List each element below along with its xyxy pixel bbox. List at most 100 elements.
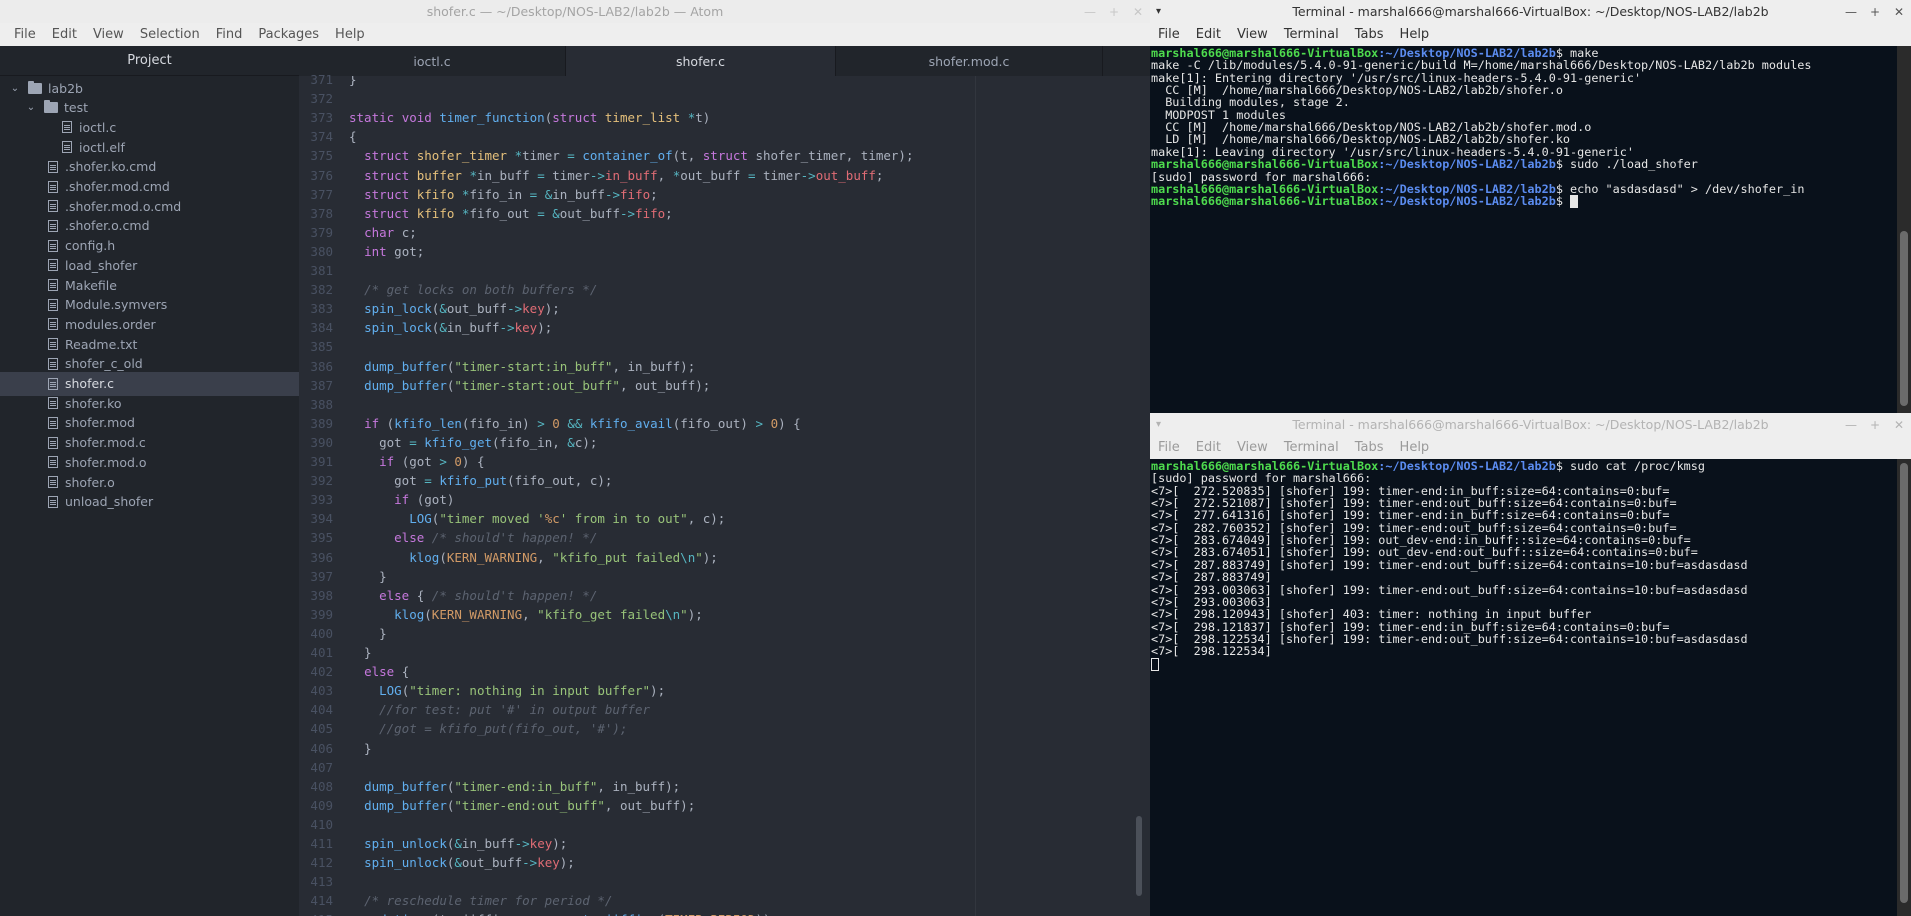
menu-item-edit[interactable]: Edit <box>44 27 85 42</box>
terminal-title: Terminal - marshal666@marshal666-Virtual… <box>1292 4 1769 19</box>
line-number: 406 <box>310 740 333 756</box>
window-menu-icon[interactable]: ▾ <box>1156 419 1161 430</box>
tree-item-label: .shofer.ko.cmd <box>65 159 157 175</box>
menu-item-help[interactable]: Help <box>1392 440 1438 455</box>
tree-item-unload-shofer[interactable]: unload_shofer <box>0 490 299 514</box>
project-tree: Project ⌄ lab2b ⌄ test ioctl.c ioctl.elf .shof… <box>0 46 299 916</box>
tree-item-label: lab2b <box>48 80 83 96</box>
command-text: $ <box>1555 194 1571 209</box>
tree-item-label: test <box>64 100 89 116</box>
line-number: 409 <box>310 797 333 813</box>
tab-shofer-c[interactable]: shofer.c <box>566 46 836 76</box>
prompt-user: marshal666@marshal666-VirtualBox <box>1151 194 1379 209</box>
menu-item-find[interactable]: Find <box>208 27 251 42</box>
menu-item-edit[interactable]: Edit <box>1188 27 1229 42</box>
menu-item-terminal[interactable]: Terminal <box>1276 27 1347 42</box>
maximize-icon[interactable]: + <box>1869 418 1881 432</box>
tab-shofer-mod-c[interactable]: shofer.mod.c <box>836 46 1103 76</box>
line-number: 374 <box>310 129 333 145</box>
code-line: got = kfifo_get(fifo_in, &c); <box>349 434 598 450</box>
tree-item-label: Readme.txt <box>65 336 138 352</box>
file-icon <box>48 279 58 291</box>
line-number: 404 <box>310 702 333 718</box>
terminal-line: <7>[ 298.122534] <box>1151 644 1272 659</box>
line-number: 390 <box>310 434 333 450</box>
line-number: 384 <box>310 320 333 336</box>
close-icon[interactable]: ✕ <box>1893 5 1905 19</box>
atom-titlebar[interactable]: shofer.c — ~/Desktop/NOS-LAB2/lab2b — At… <box>0 0 1150 23</box>
line-number: 392 <box>310 473 333 489</box>
code-line: spin_unlock(&out_buff->key); <box>364 855 575 871</box>
terminal-titlebar[interactable]: ▾ Terminal - marshal666@marshal666-Virtu… <box>1150 413 1911 436</box>
output-text: <7>[ 298.122534] <box>1151 644 1272 659</box>
menu-item-selection[interactable]: Selection <box>132 27 208 42</box>
terminal-title: Terminal - marshal666@marshal666-Virtual… <box>1292 417 1769 432</box>
tree-item-label: shofer.c <box>65 376 115 391</box>
menu-item-view[interactable]: View <box>85 27 132 42</box>
file-icon <box>48 436 58 449</box>
tree-item-label: shofer.mod.c <box>65 435 146 451</box>
line-number: 391 <box>310 454 333 469</box>
code-line: } <box>349 568 387 584</box>
tree-item-label: ioctl.elf <box>79 139 125 155</box>
menu-item-help[interactable]: Help <box>327 27 373 42</box>
code-editor[interactable]: 371 372 373 374 375 376 377 378 379 380 381 382 383 3… <box>299 72 1150 916</box>
menu-item-terminal[interactable]: Terminal <box>1276 440 1347 455</box>
code-line: } <box>349 76 357 87</box>
menu-item-packages[interactable]: Packages <box>250 27 327 42</box>
line-number: 385 <box>310 339 333 355</box>
chevron-down-icon[interactable]: ⌄ <box>8 83 22 94</box>
terminal-output[interactable]: marshal666@marshal666-VirtualBox:~/Deskt… <box>1150 46 1897 413</box>
menu-item-file[interactable]: File <box>6 27 44 42</box>
menu-item-help[interactable]: Help <box>1392 27 1438 42</box>
menu-item-tabs[interactable]: Tabs <box>1347 27 1392 42</box>
code-line: } <box>349 625 387 641</box>
file-icon <box>62 141 72 154</box>
line-number: 407 <box>310 759 333 775</box>
code-line: klog(KERN_WARNING, "kfifo_put failed\n")… <box>409 549 718 565</box>
editor-scrollbar[interactable] <box>1136 816 1142 896</box>
minimize-icon[interactable]: — <box>1845 5 1857 19</box>
line-number: 398 <box>310 587 333 603</box>
tab-ioctl-c[interactable]: ioctl.c <box>299 46 566 76</box>
line-number: 387 <box>310 377 333 393</box>
menu-item-edit[interactable]: Edit <box>1188 440 1229 455</box>
file-icon <box>48 298 58 311</box>
line-number: 408 <box>310 778 333 794</box>
line-number: 405 <box>310 721 333 737</box>
line-number-gutter: 371 372 373 374 375 376 377 378 379 380 381 382 383 3… <box>299 72 343 916</box>
menu-item-view[interactable]: View <box>1229 440 1276 455</box>
menu-item-view[interactable]: View <box>1229 27 1276 42</box>
prompt-path: :~/Desktop/NOS-LAB2/lab2b <box>1378 194 1556 209</box>
file-icon <box>48 180 58 193</box>
minimize-icon[interactable]: — <box>1084 5 1096 19</box>
line-number: 397 <box>310 568 333 584</box>
menu-item-tabs[interactable]: Tabs <box>1347 440 1392 455</box>
line-number: 411 <box>310 836 333 851</box>
code-line: if (got > 0) { <box>379 454 485 469</box>
maximize-icon[interactable]: + <box>1869 5 1881 19</box>
menu-item-file[interactable]: File <box>1150 440 1188 455</box>
maximize-icon[interactable]: + <box>1108 5 1120 19</box>
close-icon[interactable]: ✕ <box>1132 5 1144 19</box>
code-line: //got = kfifo_put(fifo_out, '#'); <box>379 721 628 737</box>
file-icon <box>48 318 58 331</box>
wrap-guide <box>975 76 976 916</box>
window-menu-icon[interactable]: ▾ <box>1156 6 1161 17</box>
menu-item-file[interactable]: File <box>1150 27 1188 42</box>
terminal-scrollbar[interactable] <box>1897 46 1911 413</box>
terminal-scrollbar[interactable] <box>1897 459 1911 916</box>
line-number: 415 <box>299 910 333 916</box>
project-header: Project <box>0 46 299 76</box>
code-line: LOG("timer moved '%c' from in to out", c… <box>409 511 726 527</box>
code-line: spin_lock(&in_buff->key); <box>364 320 553 336</box>
terminal-output[interactable]: marshal666@marshal666-VirtualBox:~/Deskt… <box>1150 459 1897 916</box>
line-number: 373 <box>310 110 333 126</box>
terminal-titlebar[interactable]: ▾ Terminal - marshal666@marshal666-Virtu… <box>1150 0 1911 23</box>
chevron-down-icon[interactable]: ⌄ <box>24 102 38 113</box>
tree-item-label: load_shofer <box>65 257 138 273</box>
close-icon[interactable]: ✕ <box>1893 418 1905 432</box>
minimize-icon[interactable]: — <box>1845 418 1857 432</box>
code-line: if (kfifo_len(fifo_in) > 0 && kfifo_avai… <box>364 415 801 431</box>
code-area[interactable]: } static void timer_function(struct timer… <box>349 76 1150 916</box>
